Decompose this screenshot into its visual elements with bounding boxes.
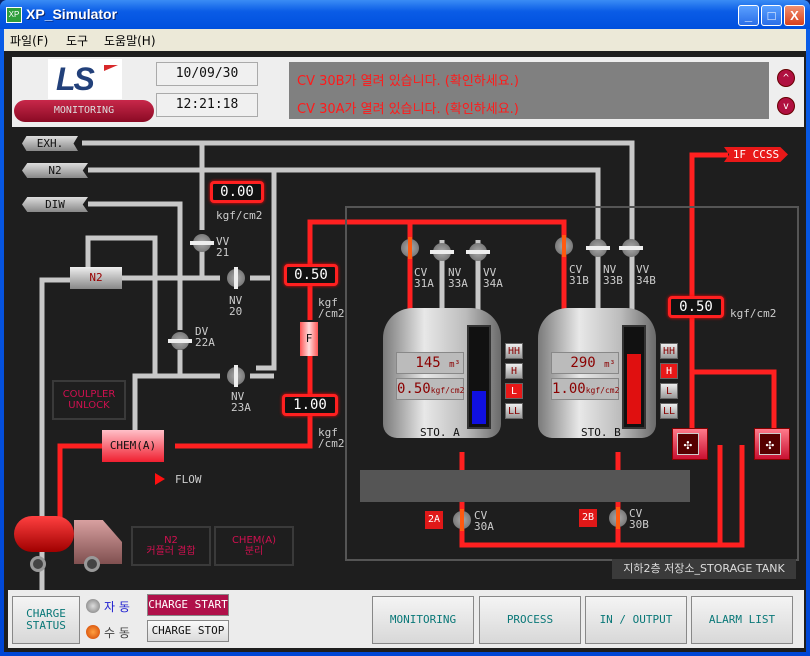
- valve-label: NV 23A: [231, 390, 251, 414]
- fan-icon: ✣: [759, 433, 781, 455]
- valve-label: VV 34A: [483, 266, 503, 290]
- nav-alarm-list-button[interactable]: ALARM LIST: [691, 596, 793, 644]
- pressure-unit-1: kgf/cm2: [216, 209, 263, 222]
- pressure-unit-4: kgf/cm2: [730, 307, 777, 320]
- valve-label: VV 21: [216, 235, 230, 259]
- n2-coupling-button[interactable]: N2 커플러 결합: [131, 526, 211, 566]
- auto-mode-label: 자 동: [104, 600, 130, 614]
- tank-a-tag: 2A: [425, 511, 443, 529]
- tank-a-level-gauge: [467, 325, 491, 429]
- valve-nv33a-icon[interactable]: [430, 243, 454, 261]
- tank-b-level-ll: LL: [660, 403, 678, 419]
- tank-a-level-fill: [472, 391, 486, 424]
- ccss-line: [689, 152, 728, 430]
- manual-mode-label: 수 동: [104, 626, 130, 640]
- tank-b-volume: 290 m³: [551, 352, 619, 374]
- nav-io-button[interactable]: IN / OUTPUT: [585, 596, 687, 644]
- tank-b-level-h: H: [660, 363, 678, 379]
- tank-b-level-l: L: [660, 383, 678, 399]
- valve-label: DV 22A: [195, 325, 215, 349]
- n2-loop: [85, 235, 158, 376]
- coupler-unlock-button[interactable]: COULPLER UNLOCK: [52, 380, 126, 420]
- n2-coupler[interactable]: N2: [70, 267, 122, 289]
- n2-line-tag: N2: [22, 163, 88, 178]
- tank-a-level-l: L: [505, 383, 523, 399]
- pressure-display-2: 0.50: [284, 264, 338, 286]
- diw-line-tag: DIW: [22, 197, 88, 212]
- footer-bar: CHARGE STATUS 자 동 수 동 CHARGE START CHARGE…: [8, 590, 804, 648]
- chem-coupler[interactable]: CHEM(A): [102, 430, 164, 462]
- truck-wheel-icon: [84, 556, 100, 572]
- valve-cv30b-icon[interactable]: [609, 507, 627, 529]
- pressure-display-4: 0.50: [668, 296, 724, 318]
- valve-label: CV 30A: [474, 509, 494, 533]
- valve-cv30a-icon[interactable]: [453, 509, 471, 531]
- pressure-unit-3: kgf /cm2: [318, 426, 345, 450]
- charge-status-button[interactable]: CHARGE STATUS: [12, 596, 80, 644]
- ccss-line-tag: 1F CCSS: [724, 147, 788, 162]
- tank-a-level-ll: LL: [505, 403, 523, 419]
- tank-a-label: STO. A: [420, 426, 460, 439]
- valve-label: NV 33B: [603, 263, 623, 287]
- chem-detach-button[interactable]: CHEM(A) 분리: [214, 526, 294, 566]
- charge-stop-button[interactable]: CHARGE STOP: [147, 620, 229, 642]
- valve-nv23a-icon[interactable]: [227, 365, 245, 387]
- pressure-display-1: 0.00: [210, 181, 264, 203]
- tank-b-level-gauge: [622, 325, 646, 429]
- nav-process-button[interactable]: PROCESS: [479, 596, 581, 644]
- exh-line-tag: EXH.: [22, 136, 78, 151]
- valve-nv33b-icon[interactable]: [586, 239, 610, 257]
- n2-truck-pipe: [39, 277, 70, 600]
- valve-vv34b-icon[interactable]: [619, 239, 643, 257]
- process-diagram: EXH. N2 DIW 1F CCSS 0.00 kgf/cm2 0.50 kg…: [0, 0, 810, 656]
- valve-cv31a-icon[interactable]: [401, 237, 419, 259]
- truck-wheel-icon: [30, 556, 46, 572]
- pressure-display-3: 1.00: [282, 394, 338, 416]
- tank-b-pressure: 1.00kgf/cm2: [551, 378, 619, 400]
- pressure-unit-2: kgf /cm2: [318, 296, 345, 320]
- valve-label: NV 20: [229, 294, 243, 318]
- storage-area-label: 지하2층 저장소_STORAGE TANK: [612, 559, 796, 579]
- nav-monitoring-button[interactable]: MONITORING: [372, 596, 474, 644]
- valve-vv21-icon[interactable]: [190, 234, 214, 252]
- valve-label: CV 31A: [414, 266, 434, 290]
- tank-a-volume: 145 m³: [396, 352, 464, 374]
- tank-a-level-h: H: [505, 363, 523, 379]
- tank-b-label: STO. B: [581, 426, 621, 439]
- flow-label: FLOW: [175, 473, 202, 486]
- fan-icon: ✣: [677, 433, 699, 455]
- tanker-truck-icon: [14, 516, 74, 552]
- exh-pipe: [82, 140, 635, 240]
- valve-label: VV 34B: [636, 263, 656, 287]
- valve-label: CV 31B: [569, 263, 589, 287]
- pump-1[interactable]: ✣: [672, 428, 708, 460]
- diw-pipe: [88, 201, 183, 376]
- pump2-feed: [692, 369, 777, 430]
- tank-b-tag: 2B: [579, 509, 597, 527]
- tank-a-level-hh: HH: [505, 343, 523, 359]
- supply-header: [307, 219, 567, 320]
- valve-vv34a-icon[interactable]: [466, 243, 490, 261]
- tank-b-level-hh: HH: [660, 343, 678, 359]
- valve-label: CV 30B: [629, 507, 649, 531]
- valve-label: NV 33A: [448, 266, 468, 290]
- tank-a-pressure: 0.50kgf/cm2: [396, 378, 464, 400]
- valve-nv20-icon[interactable]: [227, 267, 245, 289]
- pump-2[interactable]: ✣: [754, 428, 790, 460]
- auto-indicator-led: [86, 599, 100, 613]
- filter: F: [300, 322, 318, 356]
- manual-indicator-led: [86, 625, 100, 639]
- valve-dv22a-icon[interactable]: [168, 332, 192, 350]
- tank-b-level-fill: [627, 353, 641, 424]
- charge-start-button[interactable]: CHARGE START: [147, 594, 229, 616]
- tank-base: [360, 470, 690, 502]
- valve-cv31b-icon[interactable]: [555, 235, 573, 257]
- flow-arrow-icon: [155, 473, 165, 485]
